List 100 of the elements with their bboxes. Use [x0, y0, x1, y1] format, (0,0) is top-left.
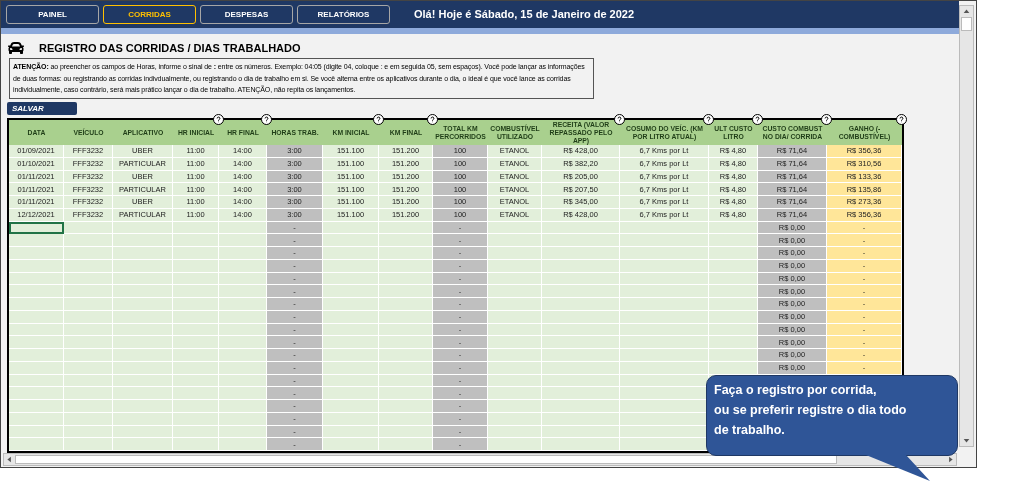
table-cell[interactable] [9, 247, 64, 260]
table-cell[interactable] [379, 285, 433, 298]
table-cell[interactable] [323, 247, 379, 260]
help-icon[interactable] [896, 114, 907, 125]
table-cell[interactable] [620, 336, 709, 349]
table-cell[interactable] [9, 234, 64, 247]
table-cell[interactable] [488, 438, 542, 451]
help-icon[interactable] [261, 114, 272, 125]
table-cell[interactable] [709, 336, 758, 349]
help-icon[interactable] [213, 114, 224, 125]
table-cell[interactable] [620, 298, 709, 311]
table-cell[interactable] [488, 336, 542, 349]
table-cell[interactable] [219, 234, 267, 247]
table-cell[interactable] [620, 400, 709, 413]
table-cell[interactable] [379, 336, 433, 349]
table-cell[interactable] [542, 247, 620, 260]
nav-tab[interactable]: RELATÓRIOS [297, 5, 390, 24]
nav-tab[interactable]: PAINEL [6, 5, 99, 24]
table-cell[interactable] [173, 349, 219, 362]
table-cell[interactable] [709, 349, 758, 362]
table-cell[interactable] [113, 247, 173, 260]
table-cell[interactable] [173, 400, 219, 413]
table-cell[interactable] [323, 438, 379, 451]
table-cell[interactable] [379, 298, 433, 311]
scroll-down-icon[interactable] [963, 437, 970, 444]
table-cell[interactable] [219, 438, 267, 451]
table-cell[interactable] [173, 438, 219, 451]
table-cell[interactable] [113, 438, 173, 451]
table-cell[interactable] [542, 285, 620, 298]
help-icon[interactable] [703, 114, 714, 125]
table-cell[interactable] [323, 400, 379, 413]
table-cell[interactable] [620, 285, 709, 298]
table-cell[interactable] [379, 438, 433, 451]
table-cell[interactable] [173, 336, 219, 349]
table-cell[interactable] [379, 349, 433, 362]
table-cell[interactable] [173, 247, 219, 260]
table-cell[interactable] [542, 298, 620, 311]
table-cell[interactable] [542, 438, 620, 451]
vertical-scrollbar[interactable] [959, 5, 974, 447]
table-cell[interactable] [542, 400, 620, 413]
table-cell[interactable] [379, 400, 433, 413]
help-icon[interactable] [373, 114, 384, 125]
table-cell[interactable] [9, 336, 64, 349]
table-cell[interactable] [9, 438, 64, 451]
scroll-thumb[interactable] [961, 17, 972, 31]
help-icon[interactable] [427, 114, 438, 125]
table-cell[interactable] [64, 234, 113, 247]
table-cell[interactable] [620, 438, 709, 451]
table-cell[interactable] [620, 234, 709, 247]
table-cell[interactable] [64, 285, 113, 298]
table-cell[interactable] [488, 234, 542, 247]
table-cell[interactable] [620, 247, 709, 260]
table-cell[interactable] [379, 247, 433, 260]
table-cell[interactable] [219, 298, 267, 311]
table-cell[interactable] [323, 336, 379, 349]
table-cell[interactable] [379, 234, 433, 247]
table-cell[interactable] [9, 349, 64, 362]
table-cell[interactable] [219, 285, 267, 298]
table-cell[interactable] [64, 400, 113, 413]
table-cell[interactable] [173, 387, 219, 400]
table-cell[interactable] [173, 234, 219, 247]
scroll-up-icon[interactable] [963, 8, 970, 15]
table-cell[interactable] [488, 400, 542, 413]
table-cell[interactable] [113, 349, 173, 362]
table-cell[interactable] [219, 349, 267, 362]
scroll-thumb[interactable] [15, 455, 837, 464]
table-cell[interactable] [323, 387, 379, 400]
help-icon[interactable] [614, 114, 625, 125]
table-cell[interactable] [488, 298, 542, 311]
table-cell[interactable] [323, 285, 379, 298]
table-cell[interactable] [379, 387, 433, 400]
nav-tab[interactable]: DESPESAS [200, 5, 293, 24]
table-cell[interactable] [219, 400, 267, 413]
table-cell[interactable] [542, 349, 620, 362]
table-cell[interactable] [323, 349, 379, 362]
table-cell[interactable] [64, 247, 113, 260]
table-cell[interactable] [620, 349, 709, 362]
table-cell[interactable] [64, 298, 113, 311]
table-cell[interactable] [113, 336, 173, 349]
help-icon[interactable] [821, 114, 832, 125]
table-cell[interactable] [709, 285, 758, 298]
table-cell[interactable] [488, 285, 542, 298]
scroll-left-icon[interactable] [6, 456, 13, 463]
table-cell[interactable] [323, 298, 379, 311]
table-cell[interactable] [488, 387, 542, 400]
table-cell[interactable] [620, 387, 709, 400]
table-cell[interactable] [113, 387, 173, 400]
table-cell[interactable] [709, 298, 758, 311]
table-cell[interactable] [709, 247, 758, 260]
table-cell[interactable] [219, 336, 267, 349]
nav-tab[interactable]: CORRIDAS [103, 5, 196, 24]
table-cell[interactable] [173, 298, 219, 311]
table-cell[interactable] [9, 298, 64, 311]
table-cell[interactable] [173, 285, 219, 298]
table-cell[interactable] [9, 285, 64, 298]
table-cell[interactable] [113, 298, 173, 311]
table-cell[interactable] [64, 438, 113, 451]
table-cell[interactable] [113, 285, 173, 298]
table-cell[interactable] [542, 234, 620, 247]
table-cell[interactable] [64, 387, 113, 400]
